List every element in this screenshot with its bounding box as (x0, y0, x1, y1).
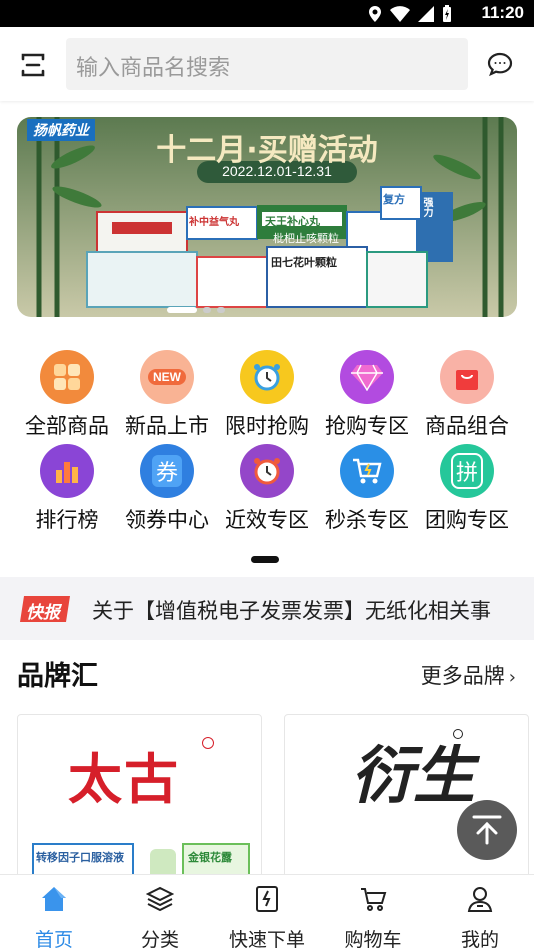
tab-category[interactable]: 分类 (115, 885, 205, 950)
category-bundles[interactable]: 商品组合 (417, 350, 517, 440)
category-group-buy[interactable]: 拼 团购专区 (417, 444, 517, 534)
quick-order-icon (256, 886, 278, 912)
banner-date: 2022.12.01-12.31 (222, 163, 332, 179)
status-icons (368, 5, 452, 22)
tab-profile[interactable]: 我的 (435, 885, 525, 950)
group-buy-glyph: 拼 (450, 453, 483, 489)
scan-icon (21, 53, 45, 77)
banner-box-label-2: 天王补心丸 (265, 215, 320, 228)
tab-quick-order[interactable]: 快速下单 (222, 885, 312, 950)
category-all-products[interactable]: 全部商品 (17, 350, 117, 440)
search-input[interactable]: 输入商品名搜索 (66, 38, 468, 90)
banner-box-label-5: 复方 (383, 193, 405, 206)
tab-home[interactable]: 首页 (9, 885, 99, 950)
clock-icon (240, 444, 294, 498)
category-coupons[interactable]: 券 领券中心 (117, 444, 217, 534)
banner-box-label-6: 强力 (421, 197, 432, 217)
status-time: 11:20 (481, 3, 524, 22)
more-brands-link[interactable]: 更多品牌 › (421, 660, 516, 690)
status-bar: 11:20 (0, 0, 534, 27)
cart-icon (340, 444, 394, 498)
category-label: 限时抢购 (225, 414, 309, 438)
category-flash-sale[interactable]: 限时抢购 (217, 350, 317, 440)
brand-product-name-2: 金银花露 (188, 851, 232, 864)
banner-box-label-1: 补中益气丸 (189, 217, 239, 228)
top-header: 输入商品名搜索 (0, 27, 534, 101)
category-label: 秒杀专区 (325, 508, 409, 532)
cart-icon (361, 888, 387, 911)
back-to-top-button[interactable] (457, 800, 517, 860)
chevron-right-icon: › (508, 667, 516, 688)
category-label: 新品上市 (125, 414, 209, 438)
arrow-up-icon (472, 815, 502, 845)
news-tag: 快报 (20, 596, 74, 623)
new-icon: NEW (140, 350, 194, 404)
layers-icon (145, 886, 175, 912)
chat-bubble-icon (487, 52, 513, 77)
banner-box-label-4: 田七花叶颗粒 (271, 256, 337, 269)
more-brands-label: 更多品牌 (420, 664, 505, 688)
tab-label: 首页 (34, 929, 73, 950)
home-icon (42, 887, 66, 911)
bottom-tab-bar: 首页 分类 快速下单 购物车 我的 (0, 874, 534, 950)
tab-cart[interactable]: 购物车 (328, 885, 418, 950)
signal-icon (418, 5, 434, 22)
coupon-icon: 券 (140, 444, 194, 498)
category-label: 抢购专区 (325, 414, 409, 438)
battery-icon (443, 5, 451, 22)
tab-label: 快速下单 (228, 929, 305, 950)
promo-banner[interactable]: 扬帆药业 十二月·买赠活动 2022.12.01-12.31 补中益气丸 天王补… (17, 117, 517, 317)
category-label: 全部商品 (25, 414, 109, 438)
category-near-expiry[interactable]: 近效专区 (217, 444, 317, 534)
category-label: 领券中心 (125, 508, 209, 532)
tab-label: 我的 (460, 929, 499, 950)
tab-label: 分类 (140, 929, 179, 950)
location-icon (369, 5, 381, 22)
category-label: 排行榜 (35, 508, 99, 532)
brand-product-name: 转移因子口服溶液 (36, 851, 124, 864)
category-label: 团购专区 (425, 508, 509, 532)
new-badge: NEW (148, 369, 186, 385)
user-icon (467, 887, 493, 912)
coupon-glyph: 券 (151, 455, 182, 487)
news-tag-label: 快报 (26, 603, 60, 623)
news-ticker[interactable]: 快报 关于【增值税电子发票发票】无纸化相关事 (0, 577, 534, 640)
category-page-indicator (251, 556, 279, 563)
category-ranking[interactable]: 排行榜 (17, 444, 117, 534)
search-placeholder: 输入商品名搜索 (76, 56, 231, 81)
group-buy-icon: 拼 (440, 444, 494, 498)
brand-section-title: 品牌汇 (17, 661, 98, 692)
banner-box-label-3: 枇杷止咳颗粒 (273, 232, 339, 245)
registered-mark (453, 729, 463, 739)
bar-chart-icon (40, 444, 94, 498)
category-seckill[interactable]: 秒杀专区 (317, 444, 417, 534)
category-label: 商品组合 (425, 414, 509, 438)
diamond-icon (340, 350, 394, 404)
message-button[interactable] (486, 50, 516, 80)
shopping-bag-icon (440, 350, 494, 404)
brand-card[interactable]: 太古 转移因子口服溶液 金银花露 (17, 714, 262, 884)
brand-logo: 太古 (68, 747, 180, 811)
category-rush-buy[interactable]: 抢购专区 (317, 350, 417, 440)
registered-mark (202, 737, 214, 749)
alarm-clock-icon (240, 350, 294, 404)
category-new-arrivals[interactable]: NEW 新品上市 (117, 350, 217, 440)
category-label: 近效专区 (225, 508, 309, 532)
news-text: 关于【增值税电子发票发票】无纸化相关事 (92, 599, 491, 623)
tab-label: 购物车 (344, 929, 402, 950)
wifi-icon (390, 5, 410, 22)
scan-button[interactable] (18, 50, 48, 80)
grid-icon (40, 350, 94, 404)
